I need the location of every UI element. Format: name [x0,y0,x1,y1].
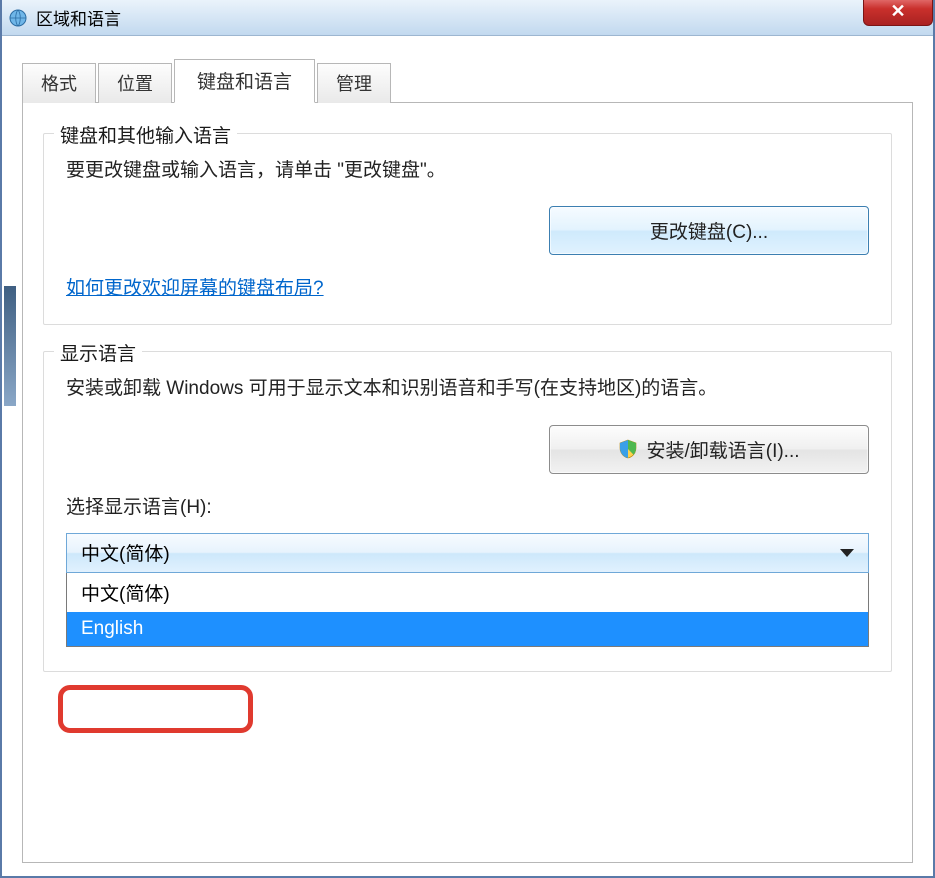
display-language-legend: 显示语言 [54,339,142,366]
left-decoration [4,286,16,406]
tab-format[interactable]: 格式 [22,63,96,103]
display-language-combobox[interactable]: 中文(简体) [66,533,869,573]
globe-icon [8,8,28,28]
region-language-dialog: 区域和语言 ✕ 格式 位置 键盘和语言 管理 键盘和其他输入语言 要更改键盘或输… [0,0,935,878]
change-keyboard-row: 更改键盘(C)... [66,206,869,255]
install-uninstall-language-label: 安装/卸载语言(I)... [646,436,799,463]
shield-icon [618,439,638,459]
language-option-zh[interactable]: 中文(简体) [67,573,868,612]
change-keyboard-button-label: 更改键盘(C)... [650,217,768,244]
display-language-group: 显示语言 安装或卸载 Windows 可用于显示文本和识别语音和手写(在支持地区… [43,351,892,671]
client-area: 格式 位置 键盘和语言 管理 键盘和其他输入语言 要更改键盘或输入语言，请单击 … [2,36,933,876]
window-title: 区域和语言 [36,5,121,30]
close-icon: ✕ [890,1,905,22]
chevron-down-icon [840,549,854,557]
change-keyboard-button[interactable]: 更改键盘(C)... [549,206,869,255]
install-uninstall-language-button[interactable]: 安装/卸载语言(I)... [549,425,869,474]
display-language-dropdown: 中文(简体) English [66,573,869,647]
select-display-language-label: 选择显示语言(H): [66,492,869,519]
language-option-en[interactable]: English [67,612,868,646]
keyboard-input-group: 键盘和其他输入语言 要更改键盘或输入语言，请单击 "更改键盘"。 更改键盘(C)… [43,133,892,325]
keyboard-input-description: 要更改键盘或输入语言，请单击 "更改键盘"。 [66,156,869,186]
tab-panel-keyboard-language: 键盘和其他输入语言 要更改键盘或输入语言，请单击 "更改键盘"。 更改键盘(C)… [22,103,913,863]
close-button[interactable]: ✕ [863,0,933,26]
welcome-keyboard-layout-link[interactable]: 如何更改欢迎屏幕的键盘布局? [66,278,324,299]
keyboard-input-legend: 键盘和其他输入语言 [54,121,237,148]
tab-location[interactable]: 位置 [98,63,172,103]
tab-strip: 格式 位置 键盘和语言 管理 [22,58,913,103]
tab-admin[interactable]: 管理 [317,63,391,103]
tab-keyboard-language[interactable]: 键盘和语言 [174,59,315,103]
titlebar: 区域和语言 ✕ [2,0,933,36]
annotation-highlight [58,685,253,733]
install-language-row: 安装/卸载语言(I)... [66,425,869,474]
display-language-selected-value: 中文(简体) [81,539,170,566]
display-language-description: 安装或卸载 Windows 可用于显示文本和识别语音和手写(在支持地区)的语言。 [66,374,869,404]
